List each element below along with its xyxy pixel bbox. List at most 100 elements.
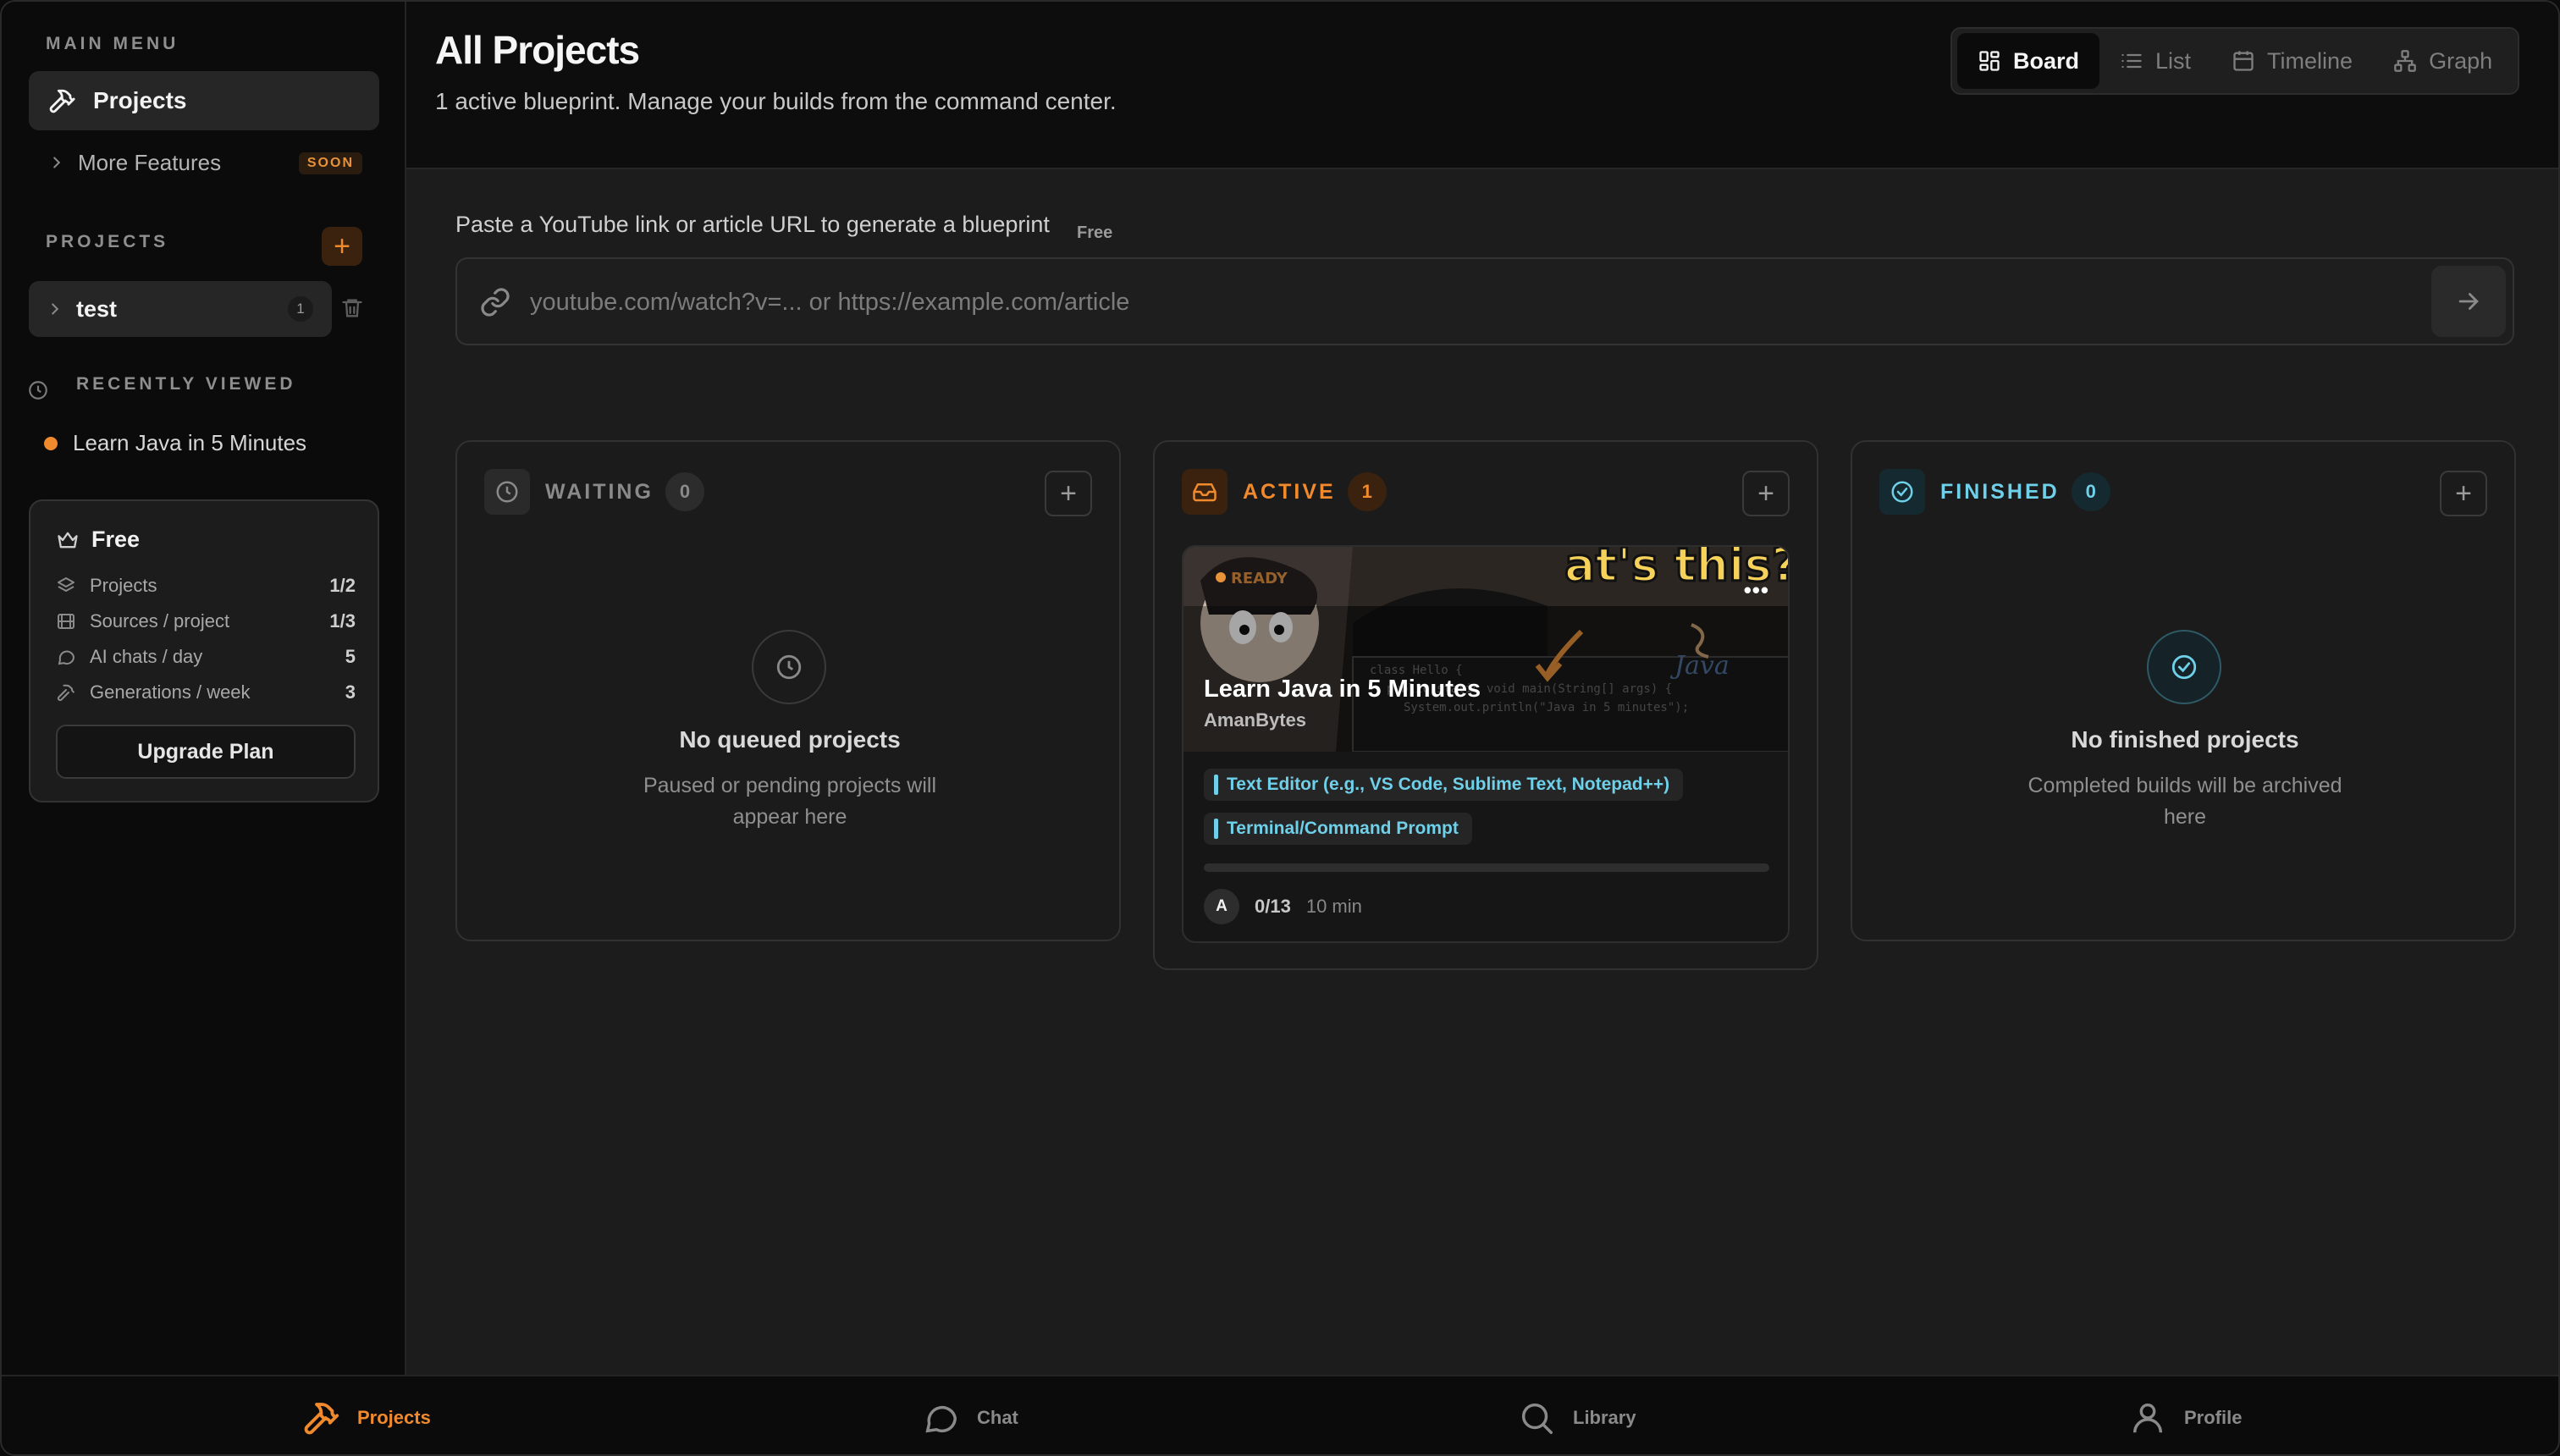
project-card[interactable]: class Hello { public static void main(St… [1182,545,1790,943]
svg-text:READY: READY [1231,570,1288,587]
chevron-right-icon [53,157,61,168]
duration: 10 min [1305,896,1362,917]
column-icon [1182,469,1228,515]
plan-card: Free Projects 1/2 Sources / project 1/3 … [29,499,379,802]
plan-row-label: Sources / project [90,610,230,631]
calendar-icon [2233,51,2254,71]
plan-row-value: 5 [345,646,356,667]
trash-icon[interactable] [340,295,364,322]
url-input[interactable] [530,283,2392,322]
sidebar-project-test[interactable]: test 1 [29,281,332,337]
recent-item[interactable]: Learn Java in 5 Minutes [44,430,306,456]
nav-projects-label: Projects [93,87,187,113]
view-tab-list[interactable]: List [2099,33,2211,89]
empty-state-icon [2147,630,2221,704]
bottom-nav-library[interactable]: Library [1517,1398,1636,1437]
plan-row-label: AI chats / day [90,646,203,667]
step-count: 0/13 [1255,896,1291,917]
url-input-label: Paste a YouTube link or article URL to g… [455,212,1050,237]
check-circle-icon [1891,481,1913,503]
empty-state-text: Paused or pending projects will appear h… [643,774,937,829]
tool-tag: Terminal/Command Prompt [1204,813,1472,845]
empty-state-title: No finished projects [2071,726,2299,753]
card-more-menu[interactable]: ••• [1744,577,1769,604]
column-waiting: WAITING 0 + No queued projects Paused or… [455,440,1121,941]
bottom-nav-label: Chat [977,1407,1018,1428]
tool-tag: Text Editor (e.g., VS Code, Sublime Text… [1204,769,1684,801]
check-circle-icon [2171,654,2197,680]
view-tab-label: Board [2013,47,2080,74]
plan-row-sources: Sources / project 1/3 [56,608,356,635]
view-switcher: Board List Timeline Graph [1950,27,2519,95]
recent-item-label: Learn Java in 5 Minutes [73,430,307,455]
chevron-right-icon [52,303,59,315]
empty-state-title: No queued projects [679,726,901,753]
search-icon [1521,1403,1553,1434]
free-tag: Free [1077,223,1113,242]
user-icon [2132,1403,2163,1433]
column-count: 0 [2071,472,2110,511]
add-project-button[interactable]: + [322,227,362,266]
column-finished: FINISHED 0 + No finished projects Comple… [1851,440,2516,941]
crown-icon [58,532,78,548]
plan-row-label: Generations / week [90,681,251,703]
plan-row-value: 1/3 [329,610,356,631]
column-count: 1 [1347,472,1387,511]
main-menu-label: MAIN MENU [46,34,179,53]
arrow-right-icon [2458,293,2479,310]
clock-icon [29,381,47,400]
chat-icon [925,1406,957,1433]
bottom-nav-label: Profile [2184,1407,2243,1428]
page-title: All Projects [435,28,640,72]
status-dot [44,436,58,450]
bottom-nav-label: Projects [357,1407,431,1428]
bottom-nav: Projects Chat Library Profile [2,1375,2558,1454]
project-name: test [76,295,118,322]
upgrade-plan-button[interactable]: Upgrade Plan [56,725,356,779]
avatar: A [1204,889,1239,924]
app-window: MAIN MENU Projects More Features SOON PR… [0,0,2560,1456]
column-header: FINISHED 0 [1879,469,2110,515]
hammer-icon [304,1403,339,1435]
bottom-nav-profile[interactable]: Profile [2128,1398,2242,1437]
hammer-icon [57,684,74,702]
clock-icon [496,481,518,503]
grid-icon [1979,51,2000,71]
add-to-waiting-button[interactable]: + [1045,471,1092,516]
add-to-active-button[interactable]: + [1742,471,1790,516]
column-title: FINISHED [1940,479,2060,504]
sidebar: MAIN MENU Projects More Features SOON PR… [2,2,406,1375]
card-author: AmanBytes [1204,709,1307,731]
main-content: All Projects 1 active blueprint. Manage … [406,2,2558,1375]
list-icon [2121,53,2142,69]
bottom-nav-label: Library [1573,1407,1636,1428]
column-icon [1879,469,1925,515]
url-input-box [455,257,2514,345]
view-tab-label: List [2155,47,2192,74]
card-footer: A 0/13 10 min [1204,889,1362,924]
plan-title: Free [56,527,140,553]
bottom-nav-projects[interactable]: Projects [301,1398,431,1437]
link-icon [481,288,510,317]
page-subtitle: 1 active blueprint. Manage your builds f… [435,88,1117,114]
plan-row-chats: AI chats / day 5 [56,643,356,670]
nav-projects[interactable]: Projects [29,71,379,130]
plan-row-value: 1/2 [329,575,356,596]
film-icon [58,614,74,629]
view-tab-graph[interactable]: Graph [2373,33,2513,89]
generate-button[interactable] [2431,266,2506,337]
add-to-finished-button[interactable]: + [2440,471,2487,516]
plan-row-label: Projects [90,575,157,596]
column-title: ACTIVE [1243,479,1336,504]
column-count: 0 [665,472,704,511]
empty-state-text: Completed builds will be archived here [2028,774,2342,829]
plan-row-projects: Projects 1/2 [56,572,356,599]
bottom-nav-chat[interactable]: Chat [921,1398,1018,1437]
view-tab-timeline[interactable]: Timeline [2211,33,2373,89]
view-tab-label: Timeline [2267,47,2353,74]
nav-more-features[interactable]: More Features SOON [29,141,379,185]
column-header: WAITING 0 [484,469,704,515]
empty-state-icon [752,630,826,704]
view-tab-board[interactable]: Board [1957,33,2100,89]
plan-row-generations: Generations / week 3 [56,679,356,706]
